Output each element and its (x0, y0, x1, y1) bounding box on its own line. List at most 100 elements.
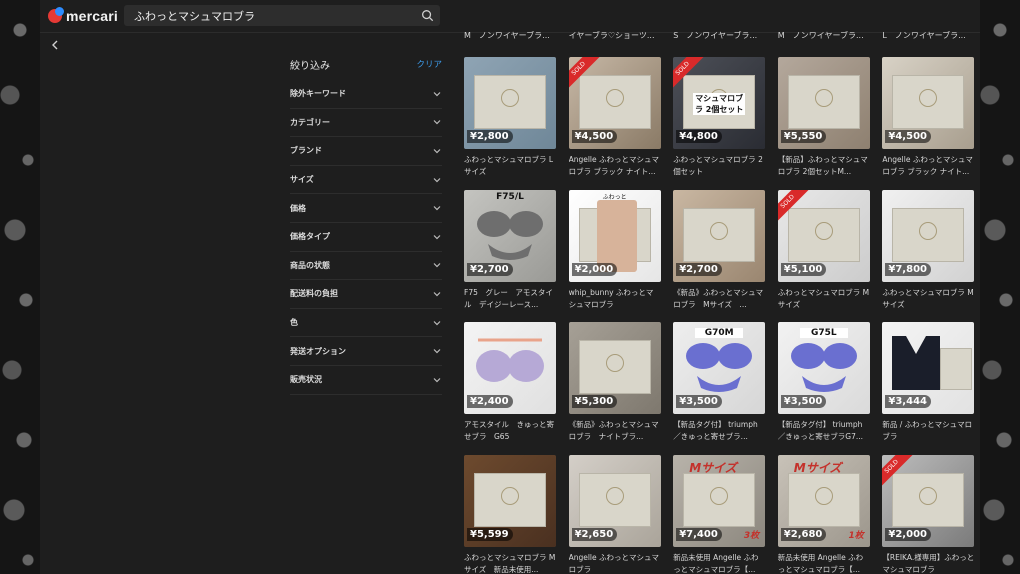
product-card[interactable]: ¥2,800 ふわっとマシュマロブラ Lサイズ (464, 57, 556, 178)
product-image[interactable]: F75/L ¥2,700 (464, 189, 556, 282)
price-tag: ¥5,100 (780, 262, 827, 276)
product-image[interactable]: G70M ¥3,500 (673, 322, 766, 414)
item-title[interactable]: イヤーブラ♡ショーツ... (569, 30, 669, 41)
product-image[interactable]: SOLD ¥4,500 (568, 57, 661, 149)
mercari-logo[interactable]: mercari (48, 7, 118, 24)
item-overlay-label: F75/L (496, 191, 524, 202)
product-image[interactable]: SOLD ¥5,100 (777, 189, 870, 282)
search-icon[interactable] (421, 9, 434, 22)
item-title[interactable]: Angelle ふわっとマシュマロブラ (569, 552, 661, 574)
clear-filters-link[interactable]: クリア (416, 58, 442, 70)
product-card[interactable]: ¥2,650 Angelle ふわっとマシュマロブラ (568, 454, 661, 574)
filter-row[interactable]: ブランド (290, 137, 442, 166)
item-title[interactable]: L ノンワイヤーブラ... (882, 30, 980, 41)
product-card[interactable]: ¥5,300 《新品》ふわっとマシュマロブラ ナイトブラ... (568, 322, 661, 443)
product-card[interactable]: ¥3,444 新品 / ふわっとマシュマロブラ (882, 322, 975, 443)
product-image[interactable]: SOLD ¥2,000 (882, 454, 975, 547)
item-title[interactable]: Angelle ふわっとマシュマロブラ ブラック ナイト... (569, 154, 661, 178)
filter-label: ブランド (290, 146, 322, 156)
item-title[interactable]: 【新品タグ付】 triumph／きゅっと寄せブラ... (673, 419, 765, 443)
item-title[interactable]: ふわっとマシュマロブラ 2個セット (673, 154, 765, 178)
item-title[interactable]: F75 グレー アモスタイル デイジーレース... (464, 287, 556, 311)
filter-label: 発送オプション (290, 346, 346, 356)
price-tag: ¥3,444 (885, 395, 931, 408)
item-overlay-label: G70M (695, 328, 744, 338)
item-title[interactable]: 新品未使用 Angelle ふわっとマシュマロブラ【... (778, 552, 870, 574)
item-title[interactable]: S ノンワイヤーブラ... (673, 30, 773, 41)
item-title[interactable]: Angelle ふわっとマシュマロブラ ブラック ナイト... (882, 154, 974, 178)
filter-row[interactable]: 販売状況 (290, 366, 442, 395)
product-card[interactable]: Mサイズ 3枚 ¥7,400 新品未使用 Angelle ふわっとマシュマロブラ【..… (673, 454, 766, 574)
item-title[interactable]: ふわっとマシュマロブラ Mサイズ (778, 287, 870, 311)
price-tag: ¥2,400 (467, 395, 513, 408)
item-title[interactable]: M ノンワイヤーブラ... (464, 30, 564, 41)
item-title[interactable]: whip_bunny ふわっとマシュマロブラ (569, 287, 661, 311)
price-tag: ¥2,000 (571, 262, 618, 276)
price-tag: ¥7,800 (885, 262, 931, 276)
item-title[interactable]: ふわっとマシュマロブラ Mサイズ 新品未使用... (464, 552, 556, 574)
back-arrow-icon[interactable] (48, 38, 62, 52)
item-title[interactable]: 《新品》ふわっとマシュマロブラ Mサイズ ... (673, 287, 765, 311)
product-image[interactable]: ¥5,300 (568, 322, 661, 414)
item-title[interactable]: 【REIKA.様専用】ふわっとマシュマロブラ (882, 552, 974, 574)
filter-row[interactable]: 価格 (290, 194, 442, 223)
product-card[interactable]: ¥7,800 ふわっとマシュマロブラ Mサイズ (882, 189, 975, 311)
bra-illustration (686, 343, 753, 392)
product-image[interactable]: ¥5,550 (777, 57, 870, 149)
product-image[interactable]: ¥2,650 (568, 454, 661, 547)
filter-row[interactable]: サイズ (290, 166, 442, 195)
item-title[interactable]: ふわっとマシュマロブラ Lサイズ (464, 154, 556, 178)
product-card[interactable]: SOLD ¥4,500 Angelle ふわっとマシュマロブラ ブラック ナイト..… (568, 57, 661, 178)
product-card[interactable]: ¥2,700 《新品》ふわっとマシュマロブラ Mサイズ ... (673, 189, 766, 311)
product-card[interactable]: SOLD ¥5,100 ふわっとマシュマロブラ Mサイズ (777, 189, 870, 311)
product-image[interactable]: ¥3,444 (882, 322, 975, 414)
product-card[interactable]: F75/L ¥2,700 F75 グレー アモスタイル デイジーレース... (464, 189, 556, 311)
item-title[interactable]: アモスタイル きゅっと寄せブラ G65 (464, 419, 556, 443)
product-card[interactable]: マシュマロブラ 2個セット SOLD ¥4,800 ふわっとマシュマロブラ 2個セット (673, 57, 766, 178)
chevron-down-icon (433, 149, 441, 154)
product-image[interactable]: ¥2,800 (464, 57, 556, 149)
product-card[interactable]: G70M ¥3,500 【新品タグ付】 triumph／きゅっと寄せブラ... (673, 322, 766, 443)
chevron-down-icon (433, 292, 441, 297)
item-title[interactable]: 《新品》ふわっとマシュマロブラ ナイトブラ... (569, 419, 661, 443)
filter-row[interactable]: 配送料の負担 (290, 280, 442, 309)
product-image[interactable]: Mサイズ 3枚 ¥7,400 (673, 454, 766, 547)
price-tag: ¥3,500 (676, 395, 722, 408)
product-image[interactable]: ¥7,800 (882, 189, 975, 282)
search-input[interactable]: ふわっとマシュマロブラ (124, 5, 440, 26)
product-image[interactable]: ¥2,700 (673, 189, 766, 282)
item-title[interactable]: 新品 / ふわっとマシュマロブラ (882, 419, 974, 443)
item-title[interactable]: M ノンワイヤーブラ... (778, 30, 878, 41)
product-card[interactable]: Mサイズ 1枚 ¥2,680 新品未使用 Angelle ふわっとマシュマロブラ【..… (777, 454, 870, 574)
item-title[interactable]: ふわっとマシュマロブラ Mサイズ (882, 287, 974, 311)
product-card[interactable]: ふわっと ¥2,000 whip_bunny ふわっとマシュマロブラ (568, 189, 661, 311)
product-image[interactable]: G75L ¥3,500 (777, 322, 870, 414)
item-title[interactable]: 新品未使用 Angelle ふわっとマシュマロブラ【... (673, 552, 765, 574)
filter-label: カテゴリー (290, 117, 330, 127)
filter-row[interactable]: 発送オプション (290, 337, 442, 366)
product-card[interactable]: G75L ¥3,500 【新品タグ付】 triumph／きゅっと寄せブラG7... (777, 322, 870, 443)
item-title[interactable]: 【新品タグ付】 triumph／きゅっと寄せブラG7... (778, 419, 870, 443)
product-image[interactable]: ¥5,599 (464, 454, 556, 547)
product-image[interactable]: ¥2,400 (464, 322, 556, 414)
filter-row[interactable]: 除外キーワード (290, 80, 442, 109)
filter-row[interactable]: 色 (290, 309, 442, 338)
product-image[interactable]: ¥4,500 (882, 57, 975, 149)
filter-label: 除外キーワード (290, 89, 346, 99)
filter-row[interactable]: 価格タイプ (290, 223, 442, 252)
product-card[interactable]: ¥4,500 Angelle ふわっとマシュマロブラ ブラック ナイト... (882, 57, 975, 178)
product-card[interactable]: ¥5,599 ふわっとマシュマロブラ Mサイズ 新品未使用... (464, 454, 556, 574)
price-tag: ¥2,000 (885, 527, 931, 541)
product-card[interactable]: SOLD ¥2,000 【REIKA.様専用】ふわっとマシュマロブラ (882, 454, 975, 574)
item-overlay-label: Mサイズ (793, 460, 842, 475)
price-tag: ¥4,500 (885, 130, 931, 143)
item-title[interactable]: 【新品】ふわっとマシュマロブラ 2個セットM... (778, 154, 870, 178)
filter-row[interactable]: カテゴリー (290, 109, 442, 138)
product-image[interactable]: マシュマロブラ 2個セット SOLD ¥4,800 (673, 57, 766, 149)
product-image[interactable]: Mサイズ 1枚 ¥2,680 (777, 454, 870, 547)
product-image[interactable]: ふわっと ¥2,000 (568, 189, 661, 282)
top-bar: mercari ふわっとマシュマロブラ (40, 0, 980, 33)
product-card[interactable]: ¥2,400 アモスタイル きゅっと寄せブラ G65 (464, 322, 556, 443)
filter-row[interactable]: 商品の状態 (290, 252, 442, 281)
product-card[interactable]: ¥5,550 【新品】ふわっとマシュマロブラ 2個セットM... (777, 57, 870, 178)
